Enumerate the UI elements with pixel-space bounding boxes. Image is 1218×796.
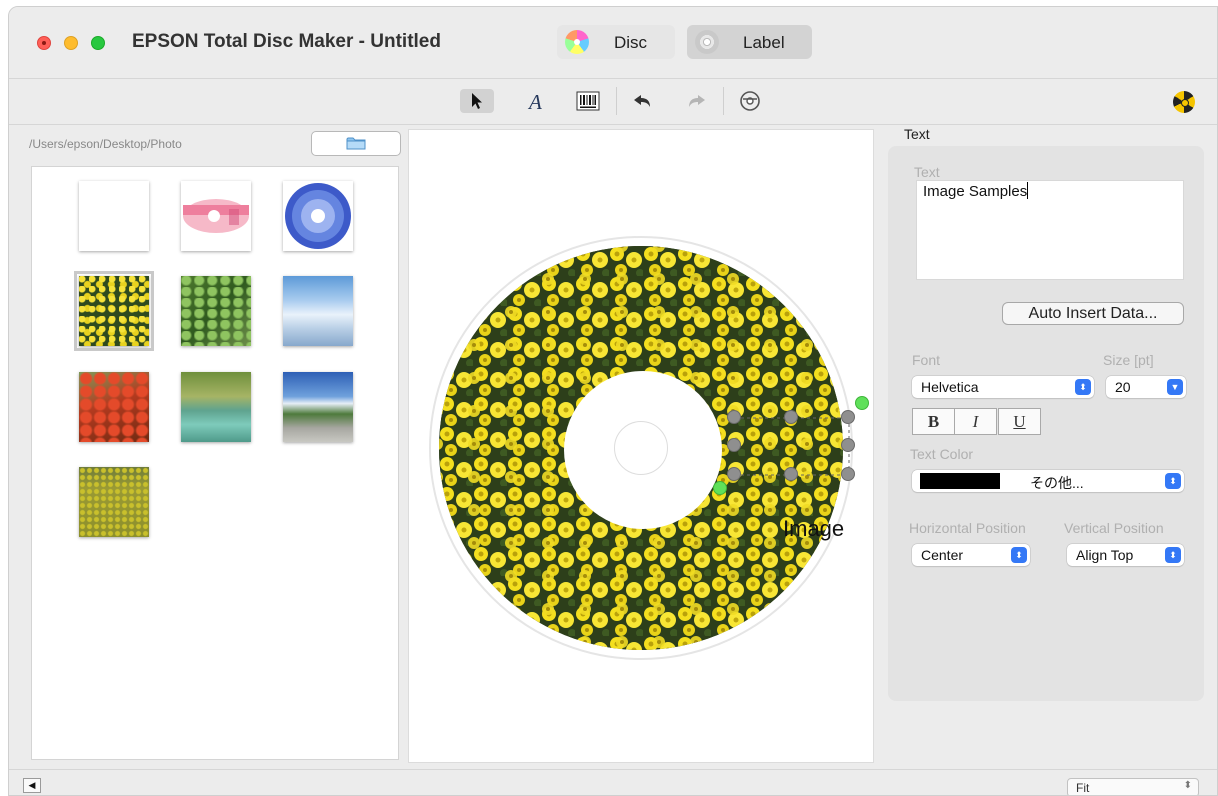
thumbnail-yellow-field[interactable] — [79, 467, 149, 537]
bold-button[interactable]: B — [912, 408, 955, 435]
thumbnail-pink-disc-sample[interactable] — [181, 181, 251, 251]
text-color-select[interactable]: その他... ⬍ — [912, 470, 1184, 492]
pink-disc-image — [181, 181, 251, 251]
font-label: Font — [912, 352, 941, 368]
select-arrow-icon — [472, 93, 482, 109]
resize-handle[interactable] — [727, 467, 741, 481]
redo-button[interactable] — [679, 89, 713, 113]
thumbnail-green-water[interactable] — [181, 372, 251, 442]
resize-handle[interactable] — [841, 467, 855, 481]
zoom-select[interactable]: Fit ⬍ — [1067, 778, 1199, 795]
font-select-value: Helvetica — [921, 379, 979, 395]
color-swatch — [920, 473, 1000, 489]
folder-path: /Users/epson/Desktop/Photo — [29, 137, 182, 151]
resize-handle[interactable] — [841, 410, 855, 424]
text-field-label: Text — [914, 164, 940, 180]
updown-arrows-icon: ⬍ — [1011, 547, 1027, 563]
italic-button[interactable]: I — [954, 408, 997, 435]
scroll-left-button[interactable]: ◀ — [23, 778, 41, 793]
barcode-icon — [576, 91, 600, 111]
tab-disc[interactable]: Disc — [557, 25, 675, 59]
image-browser — [31, 166, 399, 760]
disc-icon — [565, 30, 589, 54]
resize-handle[interactable] — [841, 438, 855, 452]
select-tool-button[interactable] — [460, 89, 494, 113]
updown-arrows-icon: ⬍ — [1165, 547, 1181, 563]
underline-button[interactable]: U — [998, 408, 1041, 435]
blue-disc-image — [283, 181, 353, 251]
vertical-position-label: Vertical Position — [1064, 520, 1164, 536]
toolbar-separator — [723, 87, 724, 115]
label-disc-icon — [695, 30, 719, 54]
close-window-button[interactable] — [37, 36, 51, 50]
minimize-window-button[interactable] — [64, 36, 78, 50]
thumbnail-green-moss[interactable] — [181, 276, 251, 346]
resize-handle[interactable] — [784, 410, 798, 424]
disc-label-preview[interactable]: Image — [429, 236, 869, 660]
disc-inner-ring — [614, 421, 668, 475]
thumbnail-yellow-flowers[interactable] — [74, 271, 154, 351]
size-label: Size [pt] — [1103, 352, 1154, 368]
resize-handle[interactable] — [727, 410, 741, 424]
toolbar-separator — [616, 87, 617, 115]
status-bar: ◀ Fit ⬍ — [9, 769, 1217, 795]
tab-label[interactable]: Label — [687, 25, 812, 59]
thumbnail-blue-disc-sample[interactable] — [283, 181, 353, 251]
title-bar: EPSON Total Disc Maker - Untitled Disc L… — [9, 7, 1217, 79]
label-canvas[interactable]: Image — [408, 129, 874, 763]
text-tool-icon: A — [527, 90, 542, 112]
updown-arrows-icon: ⬍ — [1165, 473, 1181, 489]
inspector-title: Text — [904, 126, 930, 142]
folder-icon — [346, 137, 366, 150]
print-status-icon[interactable] — [1173, 91, 1195, 113]
barcode-tool-button[interactable] — [571, 89, 605, 113]
selected-text-object[interactable]: Image — [783, 516, 844, 542]
disc-view-icon — [740, 91, 760, 111]
tab-label-label: Label — [743, 33, 785, 52]
tab-disc-label: Disc — [614, 33, 648, 52]
text-color-value: その他... — [1030, 475, 1084, 491]
chevron-down-icon: ▼ — [1167, 379, 1183, 395]
disc-center-hole — [564, 371, 722, 529]
thumbnail-mountains-sky[interactable] — [283, 372, 353, 442]
font-select[interactable]: Helvetica ⬍ — [912, 376, 1094, 398]
thumbnail-blank[interactable] — [79, 181, 149, 251]
choose-folder-button[interactable] — [311, 131, 401, 156]
text-input-value: Image Samples — [923, 183, 1028, 200]
text-input[interactable]: Image Samples — [916, 180, 1184, 280]
resize-handle[interactable] — [784, 467, 798, 481]
updown-arrows-icon: ⬍ — [1075, 379, 1091, 395]
text-inspector: Text Image Samples Auto Insert Data... F… — [888, 146, 1204, 701]
redo-icon — [689, 95, 705, 107]
rotate-handle[interactable] — [855, 396, 869, 410]
font-size-value: 20 — [1115, 379, 1131, 395]
auto-insert-data-button[interactable]: Auto Insert Data... — [1002, 302, 1184, 325]
updown-arrows-icon: ⬍ — [1183, 780, 1192, 791]
arc-handle[interactable] — [713, 481, 727, 495]
undo-icon — [634, 95, 650, 107]
zoom-value: Fit — [1076, 781, 1090, 795]
text-color-label: Text Color — [910, 446, 974, 462]
vertical-position-value: Align Top — [1076, 547, 1134, 563]
zoom-window-button[interactable] — [91, 36, 105, 50]
window-title: EPSON Total Disc Maker - Untitled — [132, 31, 441, 52]
font-size-select[interactable]: 20 ▼ — [1106, 376, 1186, 398]
horizontal-position-select[interactable]: Center ⬍ — [912, 544, 1030, 566]
horizontal-position-label: Horizontal Position — [909, 520, 1026, 536]
thumbnail-sky-clouds[interactable] — [283, 276, 353, 346]
undo-button[interactable] — [626, 89, 660, 113]
text-caret — [1027, 182, 1029, 199]
disc-view-button[interactable] — [733, 89, 767, 113]
svg-text:A: A — [527, 90, 542, 112]
text-tool-button[interactable]: A — [519, 89, 553, 113]
toolbar: A — [9, 79, 1217, 125]
thumbnail-autumn-red-leaves[interactable] — [79, 372, 149, 442]
resize-handle[interactable] — [727, 438, 741, 452]
vertical-position-select[interactable]: Align Top ⬍ — [1067, 544, 1184, 566]
app-window: EPSON Total Disc Maker - Untitled Disc L… — [8, 6, 1218, 796]
horizontal-position-value: Center — [921, 547, 964, 563]
